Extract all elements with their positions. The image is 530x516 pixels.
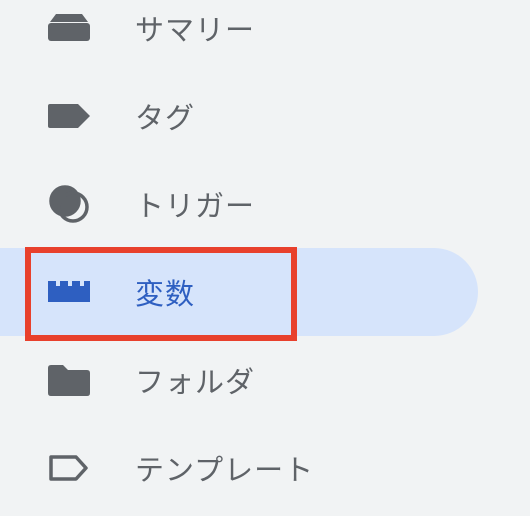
summary-icon [46, 8, 92, 48]
template-icon [46, 448, 92, 488]
sidebar-item-label: 変数 [135, 277, 196, 311]
sidebar-item-label: サマリー [135, 13, 256, 47]
variable-icon [46, 272, 92, 312]
sidebar-item-label: トリガー [135, 189, 256, 223]
sidebar-item-label: フォルダ [135, 365, 256, 399]
sidebar-item-label: タグ [135, 101, 196, 135]
sidebar-item-label: テンプレート [135, 453, 315, 487]
trigger-icon [46, 184, 92, 224]
sidebar-item-folders[interactable]: フォルダ [0, 336, 478, 424]
tag-icon [46, 96, 92, 136]
sidebar-item-triggers[interactable]: トリガー [0, 160, 478, 248]
sidebar-item-tags[interactable]: タグ [0, 72, 478, 160]
sidebar-item-summary[interactable]: サマリー [0, 0, 478, 72]
sidebar-item-templates[interactable]: テンプレート [0, 424, 478, 512]
folder-icon [46, 360, 92, 400]
sidebar-item-variables[interactable]: 変数 [0, 248, 478, 336]
sidebar-nav: サマリー タグ トリガー 変数 フォルダ テンプレート [0, 0, 530, 516]
